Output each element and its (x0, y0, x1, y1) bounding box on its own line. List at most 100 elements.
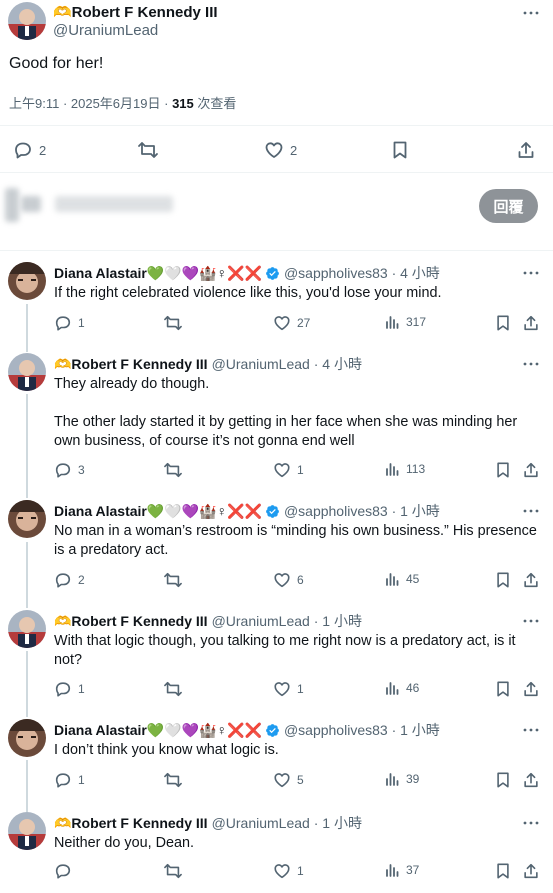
avatar[interactable] (8, 610, 46, 648)
views-button[interactable]: 37 (384, 862, 419, 878)
reply-button[interactable]: 1 (54, 680, 85, 698)
share-button[interactable] (522, 571, 546, 589)
like-count: 1 (297, 682, 304, 696)
author-name[interactable]: 🫶Robert F Kennedy III (53, 3, 218, 21)
views-chart-icon (384, 680, 400, 696)
share-icon (522, 862, 540, 880)
reply-button[interactable]: 1 (54, 771, 85, 789)
repost-button[interactable] (163, 862, 189, 880)
like-button[interactable]: 1 (273, 680, 304, 698)
like-button[interactable]: 1 (273, 461, 304, 479)
reply-text-paragraph: With that logic though, you talking to m… (54, 633, 516, 668)
like-button[interactable]: 5 (273, 771, 304, 789)
author-name[interactable]: Diana Alastair💚🤍💜🏰♀❌❌ (54, 503, 262, 520)
view-count: 45 (406, 572, 420, 586)
views-button[interactable]: 46 (384, 680, 419, 696)
reply-text: They already do though. The other lady st… (54, 375, 542, 451)
reply-header: 🫶Robert F Kennedy III @UraniumLead · 4 小… (54, 354, 362, 374)
views-button[interactable]: 317 (384, 314, 426, 330)
bookmark-button[interactable] (495, 862, 517, 880)
author-handle-time[interactable]: @UraniumLead · 4 小時 (212, 354, 362, 374)
thread-line (26, 651, 28, 717)
views-button[interactable]: 45 (384, 571, 419, 587)
view-count: 113 (406, 462, 426, 476)
share-button[interactable] (522, 314, 546, 332)
more-icon[interactable] (522, 4, 540, 22)
reply-button[interactable]: 2 (54, 571, 85, 589)
view-count: 39 (406, 772, 420, 786)
avatar[interactable] (8, 719, 46, 757)
share-button[interactable] (522, 680, 546, 698)
repost-icon (163, 461, 183, 479)
like-button[interactable]: 6 (273, 571, 304, 589)
divider (0, 125, 553, 126)
bookmark-button[interactable] (495, 571, 517, 589)
author-handle-time[interactable]: @UraniumLead · 1 小時 (212, 611, 362, 631)
more-icon[interactable] (522, 355, 540, 373)
reply-header: 🫶Robert F Kennedy III @UraniumLead · 1 小… (54, 813, 362, 833)
author-name[interactable]: 🫶Robert F Kennedy III (54, 356, 208, 373)
more-icon[interactable] (522, 264, 540, 282)
reply-button[interactable]: 1 (54, 314, 85, 332)
bookmark-button[interactable] (495, 461, 517, 479)
like-button[interactable]: 27 (273, 314, 310, 332)
reply-icon (54, 461, 72, 479)
repost-button[interactable] (163, 571, 189, 589)
bookmark-button[interactable] (495, 314, 517, 332)
avatar[interactable] (8, 500, 46, 538)
author-handle-time[interactable]: @UraniumLead · 1 小時 (212, 813, 362, 833)
author-name[interactable]: Diana Alastair💚🤍💜🏰♀❌❌ (54, 722, 262, 739)
reply-submit-button[interactable]: 回覆 (479, 189, 538, 223)
author-name[interactable]: Diana Alastair💚🤍💜🏰♀❌❌ (54, 265, 262, 282)
like-button[interactable]: 1 (273, 862, 304, 880)
share-button[interactable] (522, 862, 546, 880)
share-button[interactable] (522, 461, 546, 479)
verified-badge-icon[interactable] (265, 504, 280, 519)
tweet-text: Good for her! (9, 55, 104, 72)
views-button[interactable]: 39 (384, 771, 419, 787)
repost-icon (163, 862, 183, 880)
bookmark-button[interactable] (495, 680, 517, 698)
more-icon[interactable] (522, 721, 540, 739)
composer-placeholder-blurred[interactable] (55, 196, 173, 212)
like-button[interactable]: 2 (264, 140, 297, 160)
like-count: 1 (297, 463, 304, 477)
reply-icon (54, 314, 72, 332)
verified-badge-icon[interactable] (265, 723, 280, 738)
reply-icon (54, 680, 72, 698)
repost-button[interactable] (137, 140, 165, 160)
reply-button[interactable]: 3 (54, 461, 85, 479)
tweet-time[interactable]: 上午9:11 · 2025年6月19日 · (9, 96, 172, 111)
views-button[interactable]: 113 (384, 461, 425, 477)
repost-button[interactable] (163, 461, 189, 479)
reply-count: 2 (39, 142, 47, 158)
author-handle[interactable]: @UraniumLead (53, 22, 158, 39)
reply-text: No man in a woman’s restroom is “minding… (54, 522, 542, 560)
more-icon[interactable] (522, 612, 540, 630)
reply-button[interactable]: 2 (13, 140, 46, 160)
divider (0, 172, 553, 173)
more-icon[interactable] (522, 502, 540, 520)
bookmark-button[interactable] (495, 771, 517, 789)
author-name[interactable]: 🫶Robert F Kennedy III (54, 815, 208, 832)
share-button[interactable] (522, 771, 546, 789)
repost-button[interactable] (163, 680, 189, 698)
repost-button[interactable] (163, 771, 189, 789)
bookmark-button[interactable] (391, 140, 415, 160)
author-handle-time[interactable]: @sappholives83 · 1 小時 (284, 720, 440, 740)
repost-button[interactable] (163, 314, 189, 332)
views-chart-icon (384, 862, 400, 878)
reply-button[interactable] (54, 862, 78, 880)
author-name[interactable]: 🫶Robert F Kennedy III (54, 613, 208, 630)
verified-badge-icon[interactable] (265, 266, 280, 281)
avatar[interactable] (8, 2, 46, 40)
more-icon[interactable] (522, 814, 540, 832)
avatar[interactable] (8, 353, 46, 391)
bookmark-icon (495, 461, 511, 479)
avatar[interactable] (8, 262, 46, 300)
author-handle-time[interactable]: @sappholives83 · 1 小時 (284, 501, 440, 521)
author-handle-time[interactable]: @sappholives83 · 4 小時 (284, 263, 440, 283)
share-button[interactable] (516, 140, 542, 160)
like-count: 1 (297, 864, 304, 878)
avatar[interactable] (8, 812, 46, 850)
